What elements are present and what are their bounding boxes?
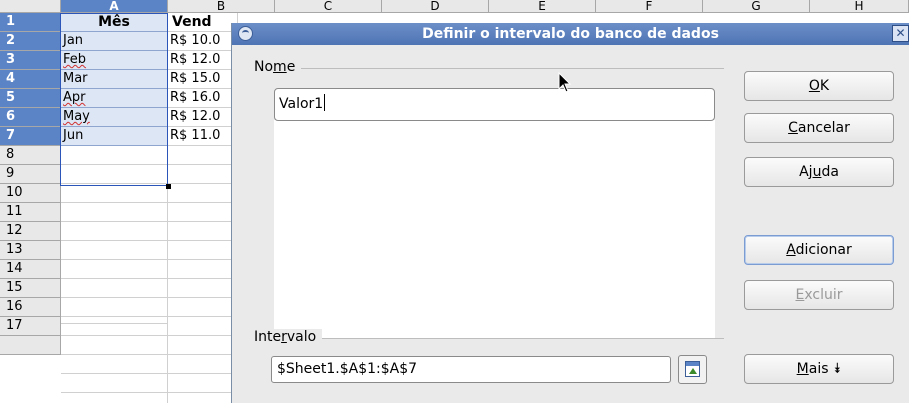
column-header-g[interactable]: G xyxy=(703,0,810,13)
row-header[interactable]: 17 xyxy=(0,317,61,336)
row-header[interactable] xyxy=(0,336,61,355)
row-header[interactable]: 8 xyxy=(0,146,61,165)
double-chevron-down-icon: ⯯ xyxy=(832,361,842,377)
more-button[interactable]: Mais ⯯ xyxy=(744,354,894,384)
row-header[interactable]: 1 xyxy=(0,13,61,32)
row-header[interactable]: 14 xyxy=(0,260,61,279)
fill-handle[interactable] xyxy=(166,184,171,189)
cancel-button[interactable]: Cancelar xyxy=(744,113,894,143)
define-database-range-dialog: Definir o intervalo do banco de dados ✕ … xyxy=(231,23,909,403)
range-group-separator xyxy=(256,338,724,339)
name-input[interactable]: Valor1 xyxy=(274,88,715,121)
window-menu-icon[interactable] xyxy=(238,26,253,41)
column-header-h[interactable]: H xyxy=(810,0,909,13)
row-header[interactable]: 10 xyxy=(0,184,61,203)
name-group-separator xyxy=(256,68,724,69)
row-header[interactable]: 15 xyxy=(0,279,61,298)
row-header[interactable]: 5 xyxy=(0,89,61,108)
close-icon[interactable]: ✕ xyxy=(892,25,909,42)
dialog-titlebar[interactable]: Definir o intervalo do banco de dados ✕ xyxy=(232,23,909,45)
mouse-pointer-icon xyxy=(558,72,572,93)
delete-button[interactable]: Excluir xyxy=(744,280,894,310)
help-button[interactable]: Ajuda xyxy=(744,157,894,187)
column-header-e[interactable]: E xyxy=(489,0,596,13)
row-header[interactable]: 11 xyxy=(0,203,61,222)
row-header[interactable]: 9 xyxy=(0,165,61,184)
row-header[interactable]: 13 xyxy=(0,241,61,260)
range-input[interactable]: $Sheet1.$A$1:$A$7 xyxy=(271,356,671,383)
ok-button[interactable]: OK xyxy=(744,71,894,101)
row-header[interactable]: 3 xyxy=(0,51,61,70)
text-caret xyxy=(324,94,326,111)
row-header[interactable]: 16 xyxy=(0,298,61,317)
column-header-d[interactable]: D xyxy=(382,0,489,13)
shrink-range-button[interactable] xyxy=(678,355,707,384)
dialog-title: Definir o intervalo do banco de dados xyxy=(422,26,719,42)
row-header[interactable]: 4 xyxy=(0,70,61,89)
row-header[interactable]: 2 xyxy=(0,32,61,51)
column-header-c[interactable]: C xyxy=(275,0,382,13)
row-header[interactable]: 12 xyxy=(0,222,61,241)
name-group-label: Nome xyxy=(254,59,302,75)
add-button[interactable]: Adicionar xyxy=(744,235,894,265)
row-header[interactable]: 7 xyxy=(0,127,61,146)
gridlines xyxy=(61,146,231,403)
row-header[interactable]: 6 xyxy=(0,108,61,127)
column-header-f[interactable]: F xyxy=(596,0,703,13)
shrink-icon xyxy=(685,361,700,377)
database-ranges-list[interactable] xyxy=(274,120,715,339)
select-all-corner[interactable] xyxy=(0,0,61,13)
range-group-label: Intervalo xyxy=(254,329,323,345)
